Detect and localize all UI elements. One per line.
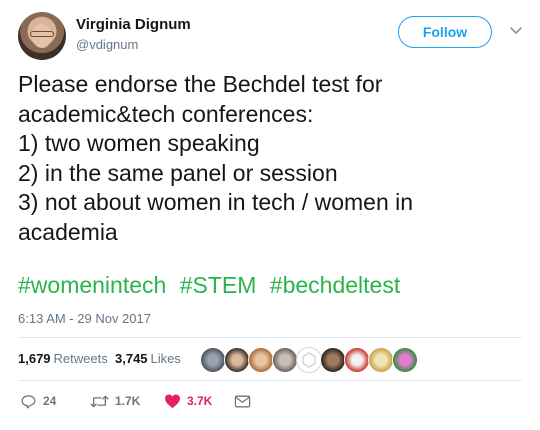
- liker-avatar[interactable]: [344, 347, 370, 373]
- author-handle[interactable]: @vdignum: [76, 37, 138, 52]
- reply-button[interactable]: 24: [20, 390, 56, 412]
- liker-avatar[interactable]: [368, 347, 394, 373]
- hashtag-bechdeltest[interactable]: #bechdeltest: [270, 272, 400, 298]
- reply-count: 24: [43, 394, 57, 408]
- heart-icon: [165, 394, 180, 409]
- author-name[interactable]: Virginia Dignum: [76, 16, 191, 33]
- tweet-line: 2) in the same panel or session: [18, 159, 338, 186]
- reply-icon: [21, 394, 36, 409]
- chevron-down-icon[interactable]: [508, 22, 524, 38]
- liker-avatar[interactable]: [296, 347, 322, 373]
- retweets-label: Retweets: [53, 351, 108, 366]
- liker-avatar[interactable]: [392, 347, 418, 373]
- hashtag-womenintech[interactable]: #womenintech: [18, 272, 166, 298]
- follow-button[interactable]: Follow: [398, 16, 492, 48]
- divider: [18, 380, 522, 381]
- tweet-line: Please endorse the Bechdel test for: [18, 71, 383, 97]
- likes-stat[interactable]: 3,745 Likes: [115, 351, 181, 366]
- envelope-icon: [234, 395, 251, 407]
- like-count: 3.7K: [187, 394, 213, 408]
- liker-avatar[interactable]: [224, 347, 250, 373]
- retweet-icon: [90, 395, 109, 407]
- engagement-stats: 1,679 Retweets 3,745 Likes: [18, 340, 522, 380]
- hashtag-stem[interactable]: #STEM: [180, 272, 257, 298]
- retweets-count: 1,679: [18, 351, 51, 366]
- tweet-card: Virginia Dignum @vdignum Follow Please e…: [0, 0, 540, 430]
- default-egg-icon: [302, 352, 316, 368]
- tweet-line: 1) two women speaking: [18, 130, 260, 156]
- tweet-line: academia: [18, 218, 118, 245]
- tweet-actions: 24 1.7K 3.7K: [18, 386, 522, 416]
- direct-message-button[interactable]: [234, 390, 251, 412]
- liker-avatar[interactable]: [248, 347, 274, 373]
- avatar-glasses: [30, 31, 54, 37]
- tweet-header: Virginia Dignum @vdignum Follow: [14, 10, 530, 62]
- retweet-count: 1.7K: [115, 394, 141, 408]
- tweet-text: Please endorse the Bechdel test for acad…: [18, 70, 518, 247]
- liker-avatar[interactable]: [272, 347, 298, 373]
- divider: [18, 337, 522, 338]
- tweet-line: 3) not about women in tech / women in: [18, 189, 414, 215]
- author-avatar[interactable]: [18, 12, 66, 60]
- liker-avatar[interactable]: [200, 347, 226, 373]
- tweet-timestamp[interactable]: 6:13 AM - 29 Nov 2017: [18, 311, 151, 326]
- like-button[interactable]: 3.7K: [164, 390, 212, 412]
- likes-label: Likes: [150, 351, 181, 366]
- hashtags: #womenintech #STEM #bechdeltest: [18, 270, 407, 300]
- likes-count: 3,745: [115, 351, 148, 366]
- retweet-button[interactable]: 1.7K: [90, 390, 140, 412]
- tweet-line: academic&tech conferences:: [18, 100, 314, 127]
- liker-avatar[interactable]: [320, 347, 346, 373]
- retweets-stat[interactable]: 1,679 Retweets: [18, 351, 108, 366]
